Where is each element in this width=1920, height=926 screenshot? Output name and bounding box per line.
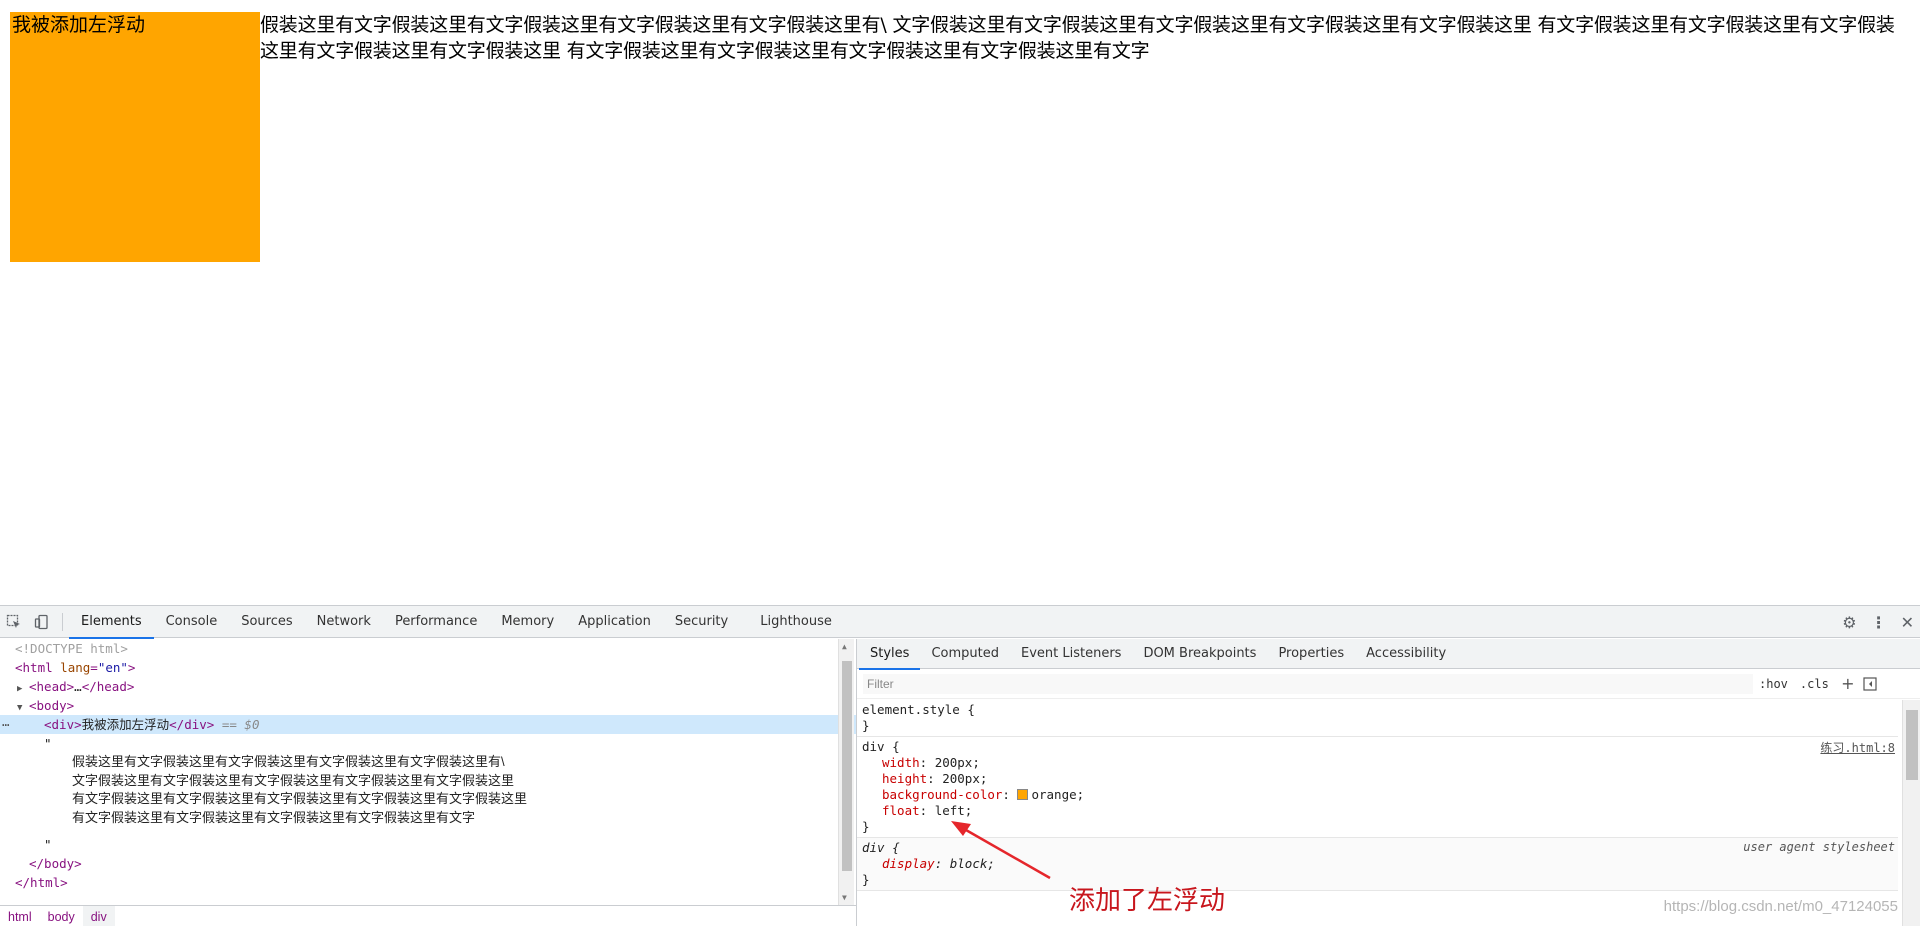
html-close-node[interactable]: </html> — [0, 873, 856, 892]
tab-accessibility[interactable]: Accessibility — [1355, 639, 1457, 669]
page-paragraph: 假装这里有文字假装这里有文字假装这里有文字假装这里有文字假装这里有\ 文字假装这… — [260, 14, 1895, 62]
float-box-text: 我被添加左浮动 — [12, 14, 146, 36]
head-node[interactable]: ▶ <head>…</head> — [0, 677, 856, 696]
tab-application[interactable]: Application — [566, 606, 663, 638]
tab-security[interactable]: Security — [663, 606, 740, 638]
css-prop-float[interactable]: float: left; — [862, 803, 1898, 819]
breadcrumb-body[interactable]: body — [40, 906, 83, 926]
css-prop-height[interactable]: height: 200px; — [862, 771, 1898, 787]
devtools-tabbar: Elements Console Sources Network Perform… — [0, 606, 1920, 639]
elements-scrollbar[interactable]: ▲ ▼ — [838, 639, 854, 905]
scrollbar-thumb[interactable] — [842, 661, 852, 871]
tab-dom-breakpoints[interactable]: DOM Breakpoints — [1132, 639, 1267, 669]
browser-viewport: 我被添加左浮动 假装这里有文字假装这里有文字假装这里有文字假装这里有文字假装这里… — [0, 0, 1920, 604]
breadcrumb-div[interactable]: div — [82, 905, 115, 926]
toggle-sidebar-icon[interactable] — [1861, 675, 1879, 693]
tab-performance[interactable]: Performance — [383, 606, 489, 638]
css-prop-width[interactable]: width: 200px; — [862, 755, 1898, 771]
settings-gear-icon[interactable]: ⚙ — [1842, 613, 1856, 632]
css-prop-background-color[interactable]: background-color: orange; — [862, 787, 1898, 803]
rule-selector: div { — [862, 739, 900, 754]
div-node-selected[interactable]: ⋯ <div>我被添加左浮动</div> == $0 — [0, 715, 856, 734]
annotation-label: 添加了左浮动 — [1069, 886, 1226, 916]
tab-styles[interactable]: Styles — [859, 639, 921, 670]
more-options-icon[interactable]: ⋮ — [1871, 613, 1887, 632]
element-style-rule[interactable]: element.style { } — [857, 700, 1898, 737]
scrollbar-thumb[interactable] — [1906, 710, 1918, 780]
toolbar-divider — [62, 612, 63, 631]
styles-tabbar: Styles Computed Event Listeners DOM Brea… — [857, 639, 1920, 670]
rule-close: } — [862, 718, 870, 733]
node-actions-icon[interactable]: ⋯ — [2, 715, 10, 734]
body-node[interactable]: ▼ <body> — [0, 696, 856, 715]
breadcrumb-html[interactable]: html — [0, 906, 40, 926]
tab-lighthouse[interactable]: Lighthouse — [748, 606, 844, 638]
cls-toggle-button[interactable]: .cls — [1794, 677, 1835, 691]
body-close-node[interactable]: </body> — [0, 854, 856, 873]
tab-computed[interactable]: Computed — [920, 639, 1010, 669]
hov-toggle-button[interactable]: :hov — [1753, 677, 1794, 691]
tab-network[interactable]: Network — [305, 606, 383, 638]
tab-console[interactable]: Console — [154, 606, 230, 638]
scroll-down-arrow-icon[interactable]: ▼ — [842, 893, 847, 902]
color-swatch-icon[interactable] — [1017, 789, 1029, 800]
styles-filter-input[interactable] — [863, 673, 1753, 694]
text-node-quote-close[interactable]: " — [0, 835, 856, 854]
watermark: https://blog.csdn.net/m0_47124055 — [1663, 898, 1898, 915]
close-devtools-icon[interactable]: ✕ — [1901, 613, 1914, 632]
styles-scrollbar[interactable] — [1902, 700, 1920, 926]
inspect-element-icon[interactable] — [0, 606, 28, 638]
text-node-quote-open[interactable]: " — [0, 734, 856, 753]
tab-properties[interactable]: Properties — [1267, 639, 1355, 669]
tab-elements[interactable]: Elements — [69, 606, 154, 639]
doctype-node[interactable]: <!DOCTYPE html> — [0, 639, 856, 658]
styles-filter-row: :hov .cls + — [857, 669, 1920, 699]
rule-source-link[interactable]: 练习.html:8 — [1820, 739, 1895, 756]
tab-event-listeners[interactable]: Event Listeners — [1010, 639, 1132, 669]
tab-sources[interactable]: Sources — [229, 606, 304, 638]
tab-memory[interactable]: Memory — [489, 606, 566, 638]
html-node[interactable]: <html lang="en"> — [0, 658, 856, 677]
elements-tree: <!DOCTYPE html> <html lang="en"> ▶ <head>… — [0, 639, 856, 905]
user-agent-source: user agent stylesheet — [1743, 840, 1895, 854]
scroll-up-arrow-icon[interactable]: ▲ — [842, 642, 847, 651]
annotation-arrow-icon — [951, 821, 1051, 880]
device-toolbar-icon[interactable] — [28, 606, 56, 638]
rule-selector: element.style { — [862, 702, 975, 717]
breadcrumb: html body div — [0, 905, 856, 926]
styles-rules: element.style { } 练习.html:8 div { width:… — [857, 700, 1898, 926]
add-rule-icon[interactable]: + — [1839, 674, 1857, 693]
text-node-content[interactable]: 假装这里有文字假装这里有文字假装这里有文字假装这里有文字假装这里有\ 文字假装这里… — [0, 753, 856, 827]
float-left-box: 我被添加左浮动 — [10, 12, 260, 262]
